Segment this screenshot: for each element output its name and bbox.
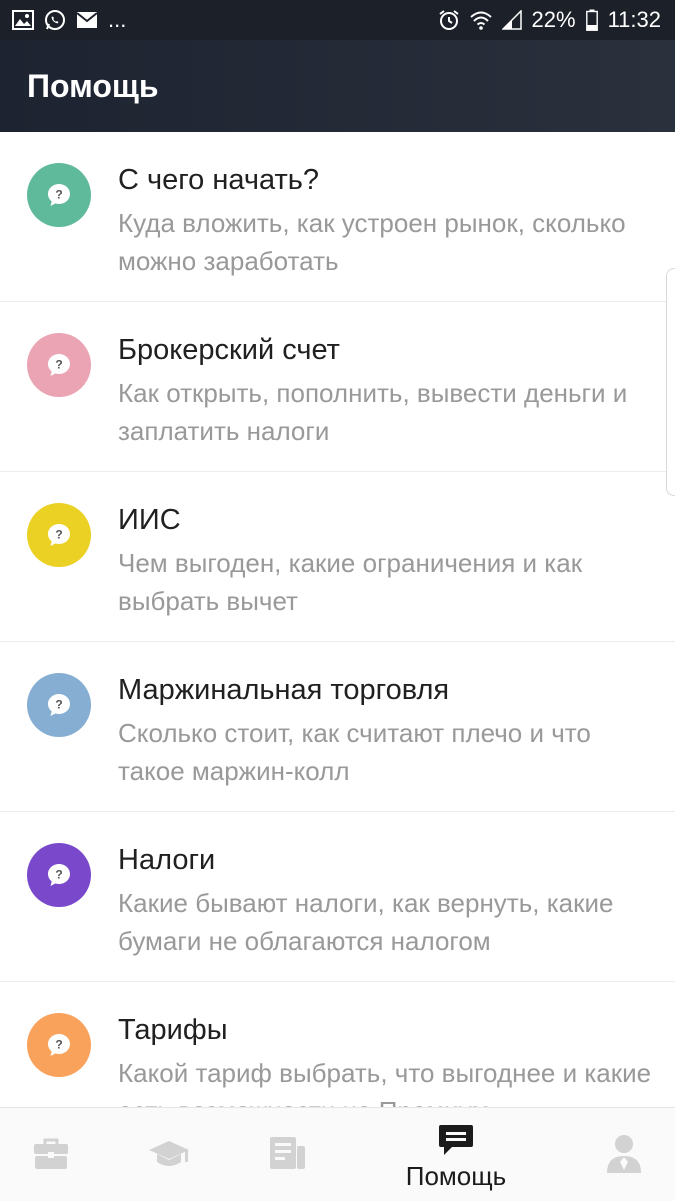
question-bubble-icon: ?	[27, 1013, 91, 1077]
topic-subtitle: Чем выгоден, какие ограничения и как выб…	[118, 548, 583, 616]
battery-icon	[585, 9, 598, 31]
bottom-navigation: Помощь	[0, 1107, 675, 1201]
question-bubble-icon: ?	[27, 673, 91, 737]
alarm-icon	[438, 10, 459, 30]
battery-percent: 22%	[531, 7, 576, 32]
app-bar: Помощь	[0, 40, 675, 132]
topic-title: Маржинальная торговля	[118, 674, 450, 706]
topic-iis[interactable]: ? ИИС Чем выгоден, какие ограничения и к…	[0, 472, 675, 642]
svg-text:?: ?	[55, 868, 62, 882]
question-bubble-icon: ?	[27, 163, 91, 227]
image-icon	[12, 10, 34, 30]
question-bubble-icon: ?	[48, 864, 70, 886]
question-bubble-icon: ?	[27, 503, 91, 567]
topic-title: С чего начать?	[118, 164, 319, 196]
topic-subtitle: Куда вложить, как устроен рынок, сколько…	[118, 208, 626, 276]
question-bubble-icon: ?	[48, 524, 70, 546]
nav-news[interactable]	[266, 1108, 310, 1201]
svg-text:?: ?	[55, 188, 62, 202]
question-bubble-icon: ?	[48, 694, 70, 716]
topic-title: Брокерский счет	[118, 334, 340, 366]
news-icon	[270, 1137, 305, 1169]
svg-text:?: ?	[55, 698, 62, 712]
graduation-cap-icon	[149, 1141, 189, 1166]
topic-subtitle: Как открыть, пополнить, вывести деньги и…	[118, 378, 628, 446]
nav-education[interactable]	[145, 1108, 193, 1201]
question-bubble-icon: ?	[48, 184, 70, 206]
topic-subtitle: Какой тариф выбрать, что выгоднее и каки…	[118, 1058, 652, 1107]
svg-text:?: ?	[55, 358, 62, 372]
topic-title: Налоги	[118, 844, 216, 876]
svg-text:?: ?	[55, 528, 62, 542]
wifi-icon	[469, 11, 492, 30]
topic-taxes[interactable]: ? Налоги Какие бывают налоги, как вернут…	[0, 812, 675, 982]
svg-text:?: ?	[55, 1038, 62, 1052]
status-bar: ... 22% 11:32	[0, 0, 675, 40]
help-chat-icon	[439, 1125, 473, 1155]
status-more: ...	[108, 7, 127, 32]
topic-brokerage-account[interactable]: ? Брокерский счет Как открыть, пополнить…	[0, 302, 675, 472]
whatsapp-icon	[45, 10, 65, 30]
mail-icon	[76, 12, 98, 28]
nav-help[interactable]: Помощь	[395, 1108, 517, 1201]
question-bubble-icon: ?	[27, 333, 91, 397]
status-left: ...	[12, 7, 126, 33]
nav-portfolio[interactable]	[22, 1108, 80, 1201]
topic-margin-trading[interactable]: ? Маржинальная торговля Сколько стоит, к…	[0, 642, 675, 812]
topic-title: Тарифы	[118, 1014, 228, 1046]
question-bubble-icon: ?	[27, 843, 91, 907]
profile-icon	[607, 1135, 641, 1173]
topic-tariffs[interactable]: ? Тарифы Какой тариф выбрать, что выгодн…	[0, 982, 675, 1107]
nav-profile[interactable]	[602, 1108, 646, 1201]
page-title: Помощь	[27, 67, 159, 104]
scroll-indicator[interactable]	[666, 268, 675, 496]
status-time: 11:32	[607, 7, 661, 32]
question-bubble-icon: ?	[48, 1034, 70, 1056]
topic-getting-started[interactable]: ? С чего начать? Куда вложить, как устро…	[0, 132, 675, 302]
status-right: 22% 11:32	[438, 7, 661, 33]
topic-subtitle: Сколько стоит, как считают плечо и что т…	[118, 718, 591, 786]
signal-icon	[501, 10, 522, 30]
nav-help-label: Помощь	[405, 1161, 507, 1191]
topic-subtitle: Какие бывают налоги, как вернуть, какие …	[118, 888, 614, 956]
briefcase-icon	[34, 1138, 68, 1169]
help-topics-list[interactable]: ? С чего начать? Куда вложить, как устро…	[0, 132, 675, 1107]
topic-title: ИИС	[118, 504, 181, 536]
question-bubble-icon: ?	[48, 354, 70, 376]
